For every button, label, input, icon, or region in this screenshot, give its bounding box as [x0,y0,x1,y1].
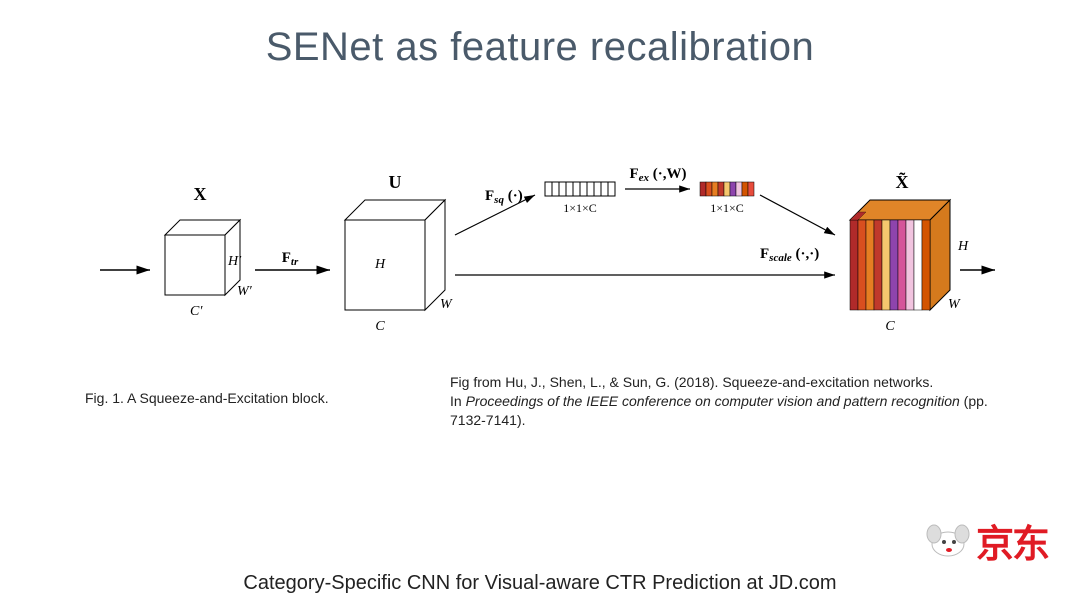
se-block-diagram: X H′ W′ C′ Ftr U H W C Fsq (·) 1×1×C Fex… [80,140,1000,380]
label-ftr: Ftr [282,250,299,268]
cube-x: X H′ W′ C′ [165,184,253,319]
jd-joy-icon [920,520,970,560]
label-ex-size: 1×1×C [710,201,744,215]
label-h1: H′ [227,254,242,269]
label-w2: W [440,297,453,312]
label-c2: C [375,319,385,334]
jd-logo: 京东 [920,510,1050,570]
label-w1: W′ [237,284,253,299]
excite-vector: 1×1×C [700,182,754,215]
cube-u: U H W C [345,172,453,334]
label-x: X [194,184,207,204]
label-w3: W [948,297,961,312]
label-xt: X̃ [896,172,909,192]
slide-title: SENet as feature recalibration [0,25,1080,70]
label-fscale: Fscale (·,·) [760,246,819,264]
label-c1: C′ [190,304,203,319]
slide-footer: Category-Specific CNN for Visual-aware C… [0,572,1080,595]
squeeze-vector: 1×1×C [545,182,615,215]
label-h3: H [957,239,969,254]
label-fsq: Fsq (·) [485,188,523,206]
label-fex: Fex (·,W) [629,166,686,184]
label-sq-size: 1×1×C [563,201,597,215]
label-u: U [389,172,402,192]
jd-text: 京东 [976,513,1048,568]
cube-xtilde: X̃ H W C [850,172,969,334]
label-h2: H [374,257,386,272]
citation-line1: Fig from Hu, J., Shen, L., & Sun, G. (20… [450,374,933,390]
label-c3: C [885,319,895,334]
citation-line2a: In [450,393,466,409]
citation-caption: Fig from Hu, J., Shen, L., & Sun, G. (20… [450,373,990,430]
citation-proceedings: Proceedings of the IEEE conference on co… [466,393,960,409]
figure-caption: Fig. 1. A Squeeze-and-Excitation block. [85,390,329,406]
